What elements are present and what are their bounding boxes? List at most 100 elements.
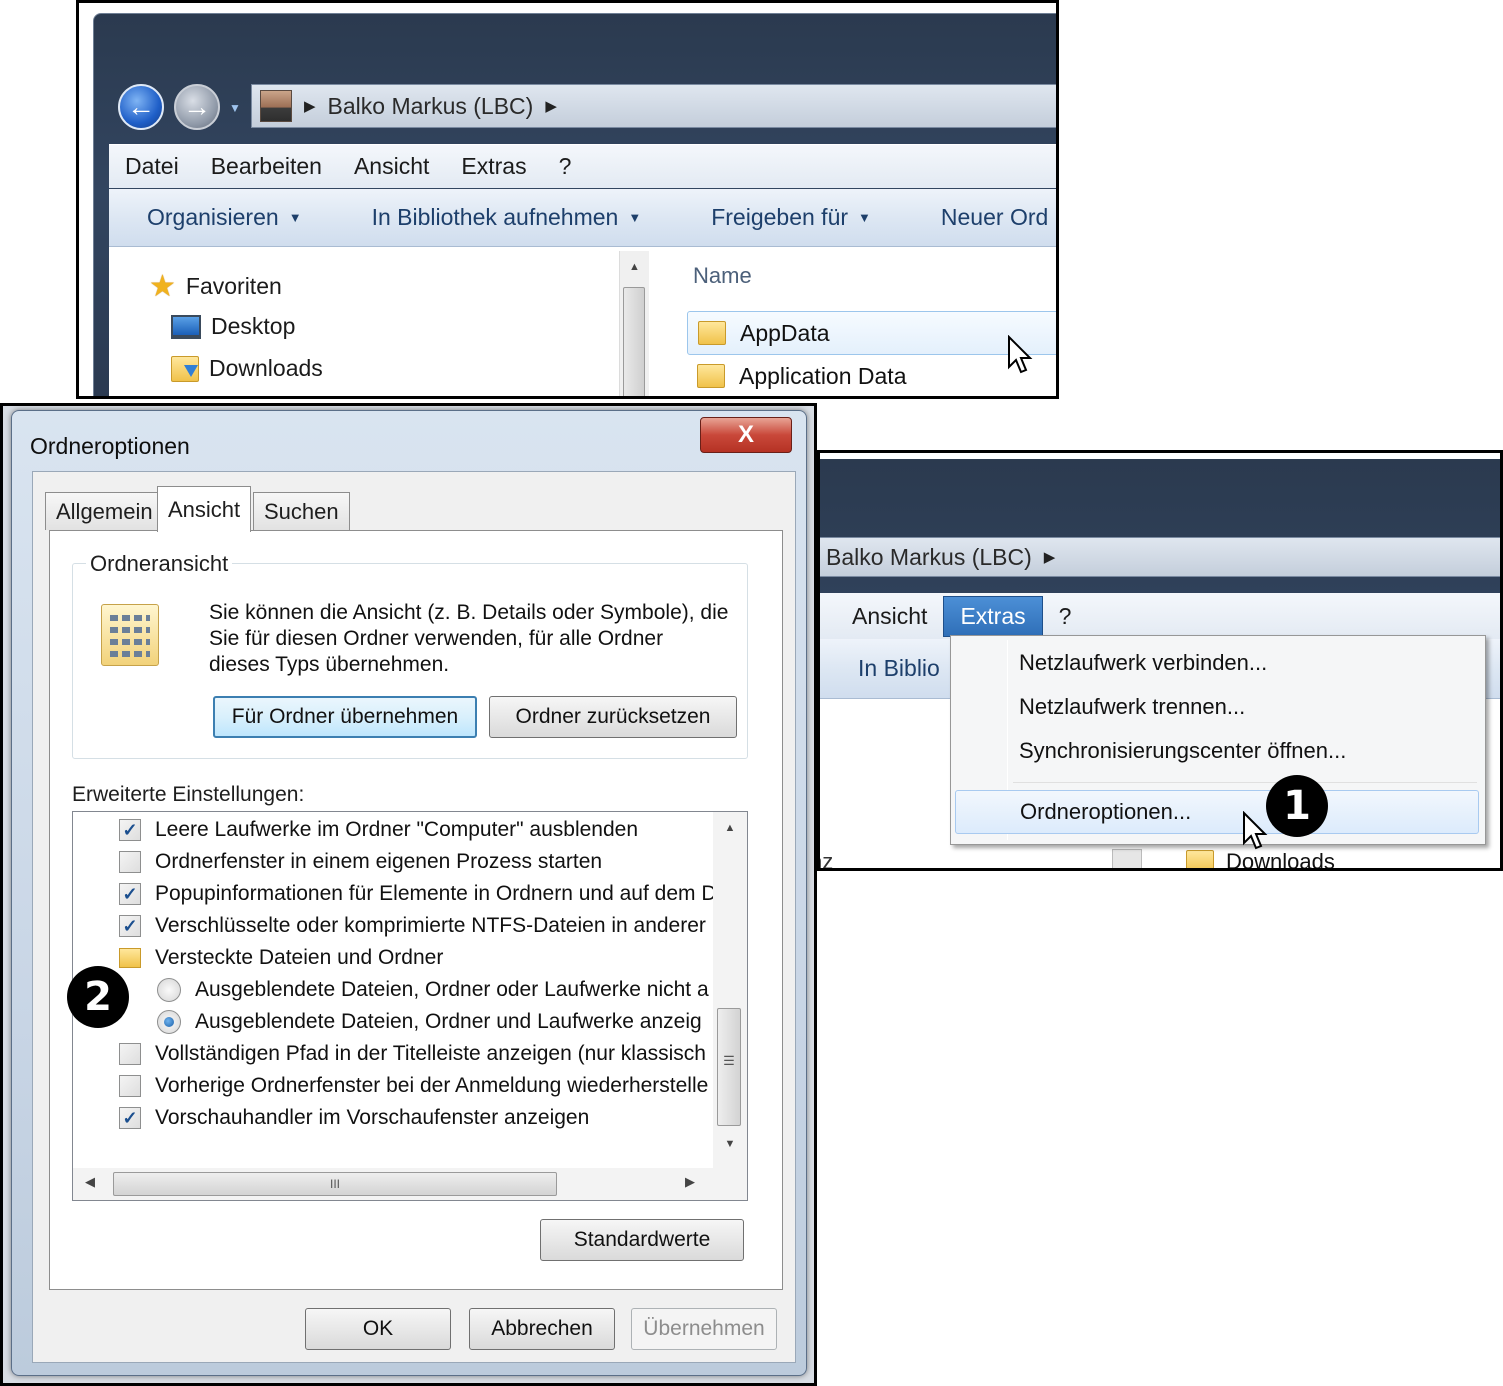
mouse-cursor-icon xyxy=(1008,335,1033,374)
scroll-right-icon[interactable]: ▶ xyxy=(685,1174,695,1190)
scroll-up-icon[interactable]: ▲ xyxy=(620,261,649,273)
user-avatar-icon xyxy=(260,90,292,122)
menu-ansicht[interactable]: Ansicht xyxy=(338,149,445,184)
scroll-down-icon[interactable]: ▼ xyxy=(713,1138,747,1150)
menu-help[interactable]: ? xyxy=(1043,597,1088,636)
command-bar: Organisieren ▼ In Bibliothek aufnehmen ▼ F… xyxy=(109,189,1056,247)
menu-datei[interactable]: Datei xyxy=(109,149,195,184)
menu-bar: Ansicht Extras ? xyxy=(820,593,1500,639)
vertical-scroll-thumb[interactable]: ☰ xyxy=(717,1008,741,1126)
desktop-icon xyxy=(171,314,201,339)
close-icon: X xyxy=(737,421,754,448)
menu-extras[interactable]: Extras xyxy=(445,149,542,184)
back-arrow-icon: ← xyxy=(127,91,155,122)
horizontal-scroll-thumb[interactable]: III xyxy=(113,1172,557,1196)
folder-view-icon xyxy=(101,604,159,666)
chevron-down-icon: ▼ xyxy=(858,210,871,225)
radio-button[interactable] xyxy=(157,1010,181,1034)
breadcrumb-user[interactable]: Balko Markus (LBC) xyxy=(328,93,534,120)
share-with-button[interactable]: Freigeben für ▼ xyxy=(673,204,903,231)
menu-item-folder-options[interactable]: Ordneroptionen... xyxy=(955,790,1479,834)
radio-button[interactable] xyxy=(157,978,181,1002)
new-folder-button[interactable]: Neuer Ord xyxy=(903,204,1048,231)
nav-item-partial: nz xyxy=(820,849,834,871)
file-row-application-data[interactable]: Application Data xyxy=(697,359,907,393)
setting-preview-handlers[interactable]: ✓ Vorschauhandler im Vorschaufenster anze… xyxy=(119,1102,589,1134)
folder-options-dialog: Ordneroptionen X Allgemein Ansicht Suche… xyxy=(11,410,807,1376)
menu-separator xyxy=(1013,782,1477,783)
folder-view-label: Ordneransicht xyxy=(86,551,233,577)
dialog-title: Ordneroptionen xyxy=(30,433,190,459)
breadcrumb-arrow-icon[interactable]: ▶ xyxy=(304,97,316,115)
nav-favorites[interactable]: ★ Favoriten xyxy=(149,269,282,304)
setting-separate-process[interactable]: Ordnerfenster in einem eigenen Prozess s… xyxy=(119,846,602,878)
menu-item-sync-center[interactable]: Synchronisierungscenter öffnen... xyxy=(1019,738,1346,764)
nav-desktop[interactable]: Desktop xyxy=(171,313,295,340)
setting-show-hidden-files[interactable]: Ausgeblendete Dateien, Ordner und Laufwe… xyxy=(157,1006,702,1038)
tab-allgemein[interactable]: Allgemein xyxy=(45,492,164,530)
breadcrumb-user[interactable]: Balko Markus (LBC) xyxy=(826,544,1032,571)
organize-button[interactable]: Organisieren ▼ xyxy=(109,204,334,231)
setting-restore-windows[interactable]: Vorherige Ordnerfenster bei der Anmeldun… xyxy=(119,1070,708,1102)
setting-full-path-title[interactable]: Vollständigen Pfad in der Titelleiste an… xyxy=(119,1038,706,1070)
checkbox[interactable]: ✓ xyxy=(119,915,141,937)
close-button[interactable]: X xyxy=(700,417,792,453)
apply-button[interactable]: Übernehmen xyxy=(631,1308,777,1350)
tree-horizontal-scrollbar[interactable]: ◀ III ▶ xyxy=(73,1168,747,1200)
forward-button[interactable]: → xyxy=(174,84,220,130)
chevron-down-icon: ▼ xyxy=(628,210,642,225)
folder-icon xyxy=(1186,850,1214,868)
menu-help[interactable]: ? xyxy=(543,149,588,184)
scroll-up-icon[interactable]: ▲ xyxy=(713,822,747,834)
file-row-appdata[interactable]: AppData xyxy=(687,311,1056,355)
advanced-settings-label: Erweiterte Einstellungen: xyxy=(72,783,305,806)
checkbox[interactable]: ✓ xyxy=(119,883,141,905)
back-button[interactable]: ← xyxy=(118,84,164,130)
restore-defaults-button[interactable]: Standardwerte xyxy=(540,1219,744,1261)
checkbox[interactable] xyxy=(119,1043,141,1065)
extras-dropdown-menu: Netzlaufwerk verbinden... Netzlaufwerk t… xyxy=(950,635,1486,845)
menu-item-disconnect-network-drive[interactable]: Netzlaufwerk trennen... xyxy=(1019,694,1245,720)
dialog-body: Allgemein Ansicht Suchen Sie können die … xyxy=(32,471,796,1363)
checkbox[interactable]: ✓ xyxy=(119,1107,141,1129)
setting-popup-info[interactable]: ✓ Popupinformationen für Elemente in Ordn… xyxy=(119,878,717,910)
tree-vertical-scrollbar[interactable]: ▲ ☰ ▼ xyxy=(713,812,747,1168)
scroll-thumb[interactable] xyxy=(623,287,645,396)
include-in-library-button[interactable]: In Bibliothek aufnehmen ▼ xyxy=(334,204,674,231)
scroll-left-icon[interactable]: ◀ xyxy=(85,1174,95,1190)
explorer-window-panel: ← → ▼ ▶ Balko Markus (LBC) ▶ Datei Bearb… xyxy=(76,0,1059,399)
breadcrumb-arrow-icon[interactable]: ▶ xyxy=(1044,548,1056,566)
setting-hide-empty-drives[interactable]: ✓ Leere Laufwerke im Ordner "Computer" au… xyxy=(119,814,638,846)
checkbox[interactable]: ✓ xyxy=(119,819,141,841)
advanced-settings-tree: ✓ Leere Laufwerke im Ordner "Computer" au… xyxy=(72,811,748,1201)
menu-ansicht[interactable]: Ansicht xyxy=(820,597,943,636)
nav-scrollbar[interactable]: ▲ xyxy=(619,251,649,396)
nav-downloads[interactable]: Downloads xyxy=(171,355,323,382)
menu-extras[interactable]: Extras xyxy=(943,595,1043,637)
nav-downloads-partial: Downloads xyxy=(1186,849,1335,868)
folder-view-group: Sie können die Ansicht (z. B. Details od… xyxy=(72,563,748,759)
menu-bearbeiten[interactable]: Bearbeiten xyxy=(195,149,338,184)
breadcrumb-arrow-icon[interactable]: ▶ xyxy=(545,97,557,115)
chevron-down-icon: ▼ xyxy=(288,210,302,225)
tab-suchen[interactable]: Suchen xyxy=(253,492,350,530)
tab-ansicht[interactable]: Ansicht xyxy=(157,486,252,532)
cancel-button[interactable]: Abbrechen xyxy=(469,1308,615,1350)
setting-ntfs-color[interactable]: ✓ Verschlüsselte oder komprimierte NTFS-D… xyxy=(119,910,706,942)
column-header-name[interactable]: Name xyxy=(693,263,752,289)
content-pane: ★ Favoriten Desktop Downloads ▲ Name App… xyxy=(109,247,1056,396)
apply-to-folders-button[interactable]: Für Ordner übernehmen xyxy=(213,696,477,738)
reset-folders-button[interactable]: Ordner zurücksetzen xyxy=(489,696,737,738)
folder-icon xyxy=(119,948,141,968)
checkbox[interactable] xyxy=(119,851,141,873)
address-bar[interactable]: ▶ Balko Markus (LBC) ▶ xyxy=(251,84,1056,128)
setting-hide-hidden-files[interactable]: Ausgeblendete Dateien, Ordner oder Laufw… xyxy=(157,974,709,1006)
menu-item-map-network-drive[interactable]: Netzlaufwerk verbinden... xyxy=(1019,650,1267,676)
extras-menu-panel: Balko Markus (LBC) ▶ Ansicht Extras ? In… xyxy=(817,450,1503,871)
address-bar[interactable]: Balko Markus (LBC) ▶ xyxy=(820,537,1500,577)
folder-options-panel: Ordneroptionen X Allgemein Ansicht Suche… xyxy=(0,403,817,1386)
checkbox[interactable] xyxy=(119,1075,141,1097)
ok-button[interactable]: OK xyxy=(305,1308,451,1350)
history-dropdown-icon[interactable]: ▼ xyxy=(229,101,241,115)
tab-page-ansicht: Sie können die Ansicht (z. B. Details od… xyxy=(49,530,783,1290)
